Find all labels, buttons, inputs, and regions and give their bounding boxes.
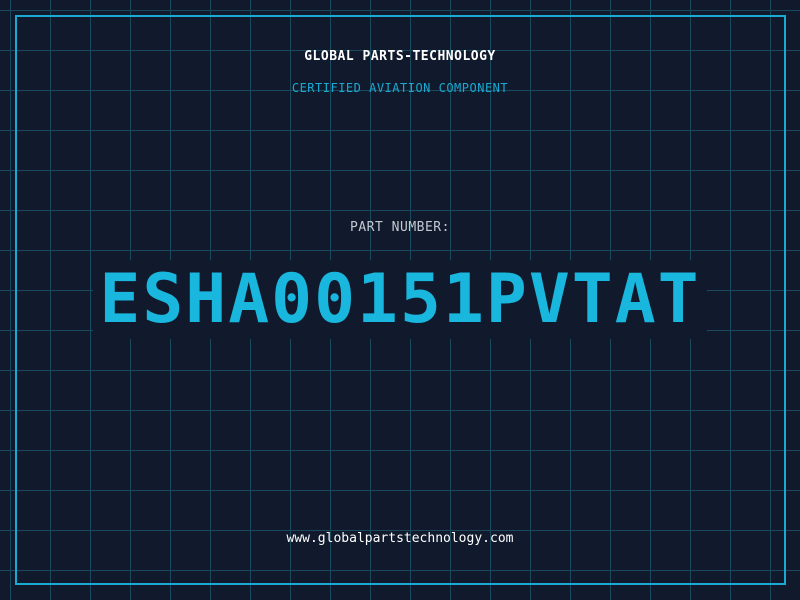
label-canvas: GLOBAL PARTS-TECHNOLOGY CERTIFIED AVIATI… <box>0 0 800 600</box>
company-name: GLOBAL PARTS-TECHNOLOGY <box>304 49 496 64</box>
website-url[interactable]: www.globalpartstechnology.com <box>0 531 800 546</box>
part-number-text: ESHA00151PVTAT <box>93 260 707 339</box>
part-number-label: PART NUMBER: <box>350 220 450 235</box>
component-subtitle: CERTIFIED AVIATION COMPONENT <box>291 81 509 95</box>
part-number-value: ESHA00151PVTAT <box>0 256 800 344</box>
